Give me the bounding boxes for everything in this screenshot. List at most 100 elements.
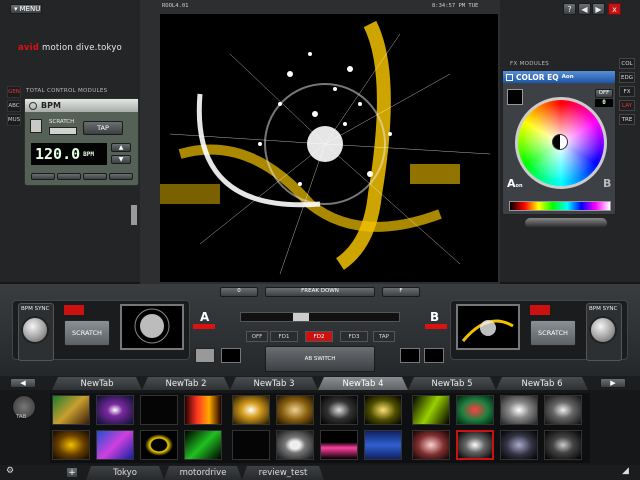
clip-thumbnail[interactable] (320, 395, 358, 425)
side-tab-abc[interactable]: ABC (7, 100, 21, 112)
tabs-next-button[interactable]: ▶ (600, 378, 626, 388)
color-eq-icon (506, 73, 513, 81)
settings-icon[interactable]: ⚙ (6, 466, 14, 476)
bpm-down-button[interactable]: ▼ (111, 155, 131, 164)
xfader-tap-button[interactable]: TAP (373, 331, 395, 342)
clip-thumbnail[interactable] (140, 430, 178, 460)
clip-thumbnail[interactable] (412, 430, 450, 460)
deck-b-preview[interactable] (456, 304, 520, 350)
fx-tab-tre[interactable]: TRE (619, 114, 635, 125)
tap-button[interactable]: TAP (83, 121, 123, 135)
clip-thumbnail[interactable] (232, 395, 270, 425)
bpm-up-button[interactable]: ▲ (111, 143, 131, 152)
deck-a-preview[interactable] (120, 304, 184, 350)
deck-a-red-button[interactable] (64, 305, 84, 315)
bpm-display: 120.0 BPM (31, 143, 107, 165)
section-label-total-control: TOTAL CONTROL MODULES (26, 88, 108, 94)
menu-button[interactable]: ▾ MENU (10, 4, 42, 14)
crossfader-track[interactable] (240, 312, 400, 322)
crossfader-handle[interactable] (293, 313, 309, 321)
clip-tab-2[interactable]: NewTab 2 (142, 377, 230, 390)
left-scrollbar-thumb[interactable] (131, 205, 137, 225)
next-button[interactable]: ▶ (592, 3, 605, 15)
clip-thumbnail[interactable] (184, 395, 222, 425)
scratch-button-b[interactable]: SCRATCH (530, 320, 576, 346)
side-tab-gen[interactable]: GEN (7, 86, 21, 98)
clip-thumbnail[interactable] (320, 430, 358, 460)
help-button[interactable]: ? (563, 3, 576, 15)
color-wheel[interactable] (515, 97, 607, 189)
color-wheel-knob[interactable] (552, 134, 568, 150)
resize-grip-icon[interactable]: ◢ (622, 466, 629, 476)
clip-thumbnail[interactable] (500, 395, 538, 425)
clip-tab-6[interactable]: NewTab 6 (496, 377, 588, 390)
scratch-toggle[interactable] (30, 119, 42, 133)
deck-b-red-button[interactable] (530, 305, 550, 315)
scratch-button-a[interactable]: SCRATCH (64, 320, 110, 346)
clip-tab-4[interactable]: NewTab 4 (318, 377, 408, 390)
fx-tab-fx[interactable]: FX (619, 86, 635, 97)
clip-thumbnail[interactable] (276, 430, 314, 460)
clip-thumbnail[interactable] (52, 395, 90, 425)
fx-tab-lay[interactable]: LAY (619, 100, 635, 111)
bpm-title: BPM (41, 101, 61, 110)
bottom-tab-review-test[interactable]: review_test (242, 466, 324, 480)
bpm-preset-4[interactable] (109, 173, 133, 180)
bpm-preset-2[interactable] (57, 173, 81, 180)
clip-tab-1[interactable]: NewTab (52, 377, 142, 390)
deck-b-letter: B (430, 310, 440, 324)
clip-thumbnail[interactable] (500, 430, 538, 460)
scratch-button[interactable] (49, 127, 77, 135)
clip-thumbnail[interactable] (544, 430, 582, 460)
fx-tab-edg[interactable]: EDG (619, 72, 635, 83)
xfader-fd3-button[interactable]: FD3 (340, 331, 368, 342)
ab-switch-button[interactable]: AB SWITCH (265, 346, 375, 372)
color-spectrum-bar[interactable] (509, 201, 611, 211)
prev-button[interactable]: ◀ (578, 3, 591, 15)
clip-thumbnail[interactable] (184, 430, 222, 460)
fx-tab-col[interactable]: COL (619, 58, 635, 69)
freak-left-button[interactable]: 0 (220, 287, 258, 297)
deck-a-thumb[interactable] (195, 348, 215, 363)
clip-thumbnail[interactable] (364, 395, 402, 425)
xfader-off-button[interactable]: OFF (246, 331, 268, 342)
deck-a-empty-slot[interactable] (221, 348, 241, 363)
clip-thumbnail[interactable] (456, 430, 494, 460)
bpm-sync-knob-a[interactable] (21, 316, 49, 344)
deck-b-empty-slot-2[interactable] (424, 348, 444, 363)
tab-label: NewTab 3 (253, 378, 295, 389)
clip-tab-5[interactable]: NewTab 5 (408, 377, 496, 390)
deck-b-empty-slot-1[interactable] (400, 348, 420, 363)
clip-thumbnail[interactable] (232, 430, 270, 460)
arrow-left-icon: ◀ (20, 379, 26, 387)
bpm-preset-3[interactable] (83, 173, 107, 180)
color-swatch[interactable] (507, 89, 523, 105)
xfader-fd2-button[interactable]: FD2 (305, 331, 333, 342)
xfader-fd1-button[interactable]: FD1 (270, 331, 298, 342)
close-button[interactable]: x (608, 3, 621, 15)
clip-tab-3[interactable]: NewTab 3 (230, 377, 318, 390)
bpm-sync-knob-b[interactable] (589, 316, 617, 344)
bottom-tab-tokyo[interactable]: Tokyo (86, 466, 164, 480)
clip-thumbnail[interactable] (140, 395, 178, 425)
tabs-prev-button[interactable]: ◀ (10, 378, 36, 388)
freak-down-button[interactable]: FREAK DOWN (265, 287, 375, 297)
clip-thumbnail[interactable] (52, 430, 90, 460)
clip-thumbnail[interactable] (412, 395, 450, 425)
clip-thumbnail[interactable] (456, 395, 494, 425)
clip-thumbnail[interactable] (96, 395, 134, 425)
off-button[interactable]: OFF (595, 89, 613, 98)
add-tab-button[interactable]: + (66, 467, 78, 478)
arrow-right-icon: ▶ (610, 379, 616, 387)
brand-logo: avid motion dive.tokyo (18, 43, 122, 53)
plus-icon: + (68, 468, 76, 478)
clip-thumbnail[interactable] (96, 430, 134, 460)
bpm-preset-1[interactable] (31, 173, 55, 180)
color-eq-dial[interactable] (525, 218, 607, 228)
clip-thumbnail[interactable] (364, 430, 402, 460)
clip-thumbnail[interactable] (276, 395, 314, 425)
freak-right-button[interactable]: F (382, 287, 420, 297)
clip-thumbnail[interactable] (544, 395, 582, 425)
bottom-tab-motordrive[interactable]: motordrive (164, 466, 242, 480)
side-tab-mus[interactable]: MUS (7, 114, 21, 126)
